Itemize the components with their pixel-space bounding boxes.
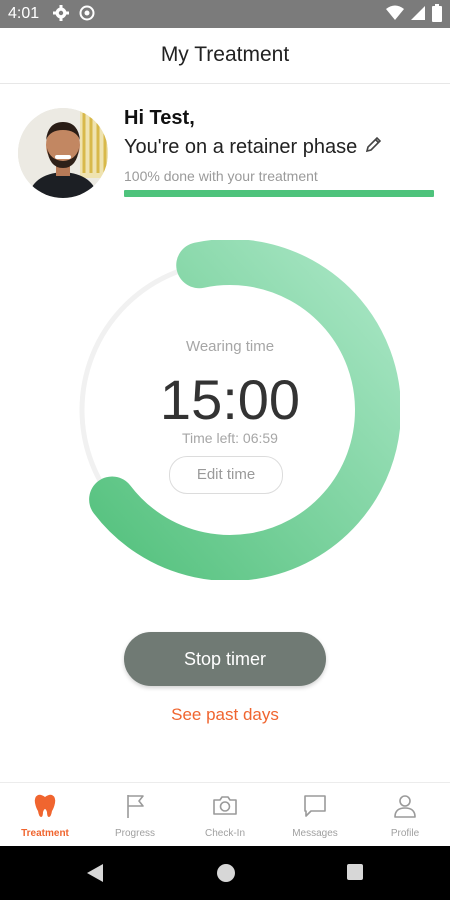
home-icon[interactable] bbox=[216, 863, 236, 888]
battery-icon bbox=[432, 4, 442, 27]
phase-row: You're on a retainer phase bbox=[124, 135, 383, 159]
status-bar: 4:01 bbox=[0, 0, 450, 28]
tab-profile[interactable]: Profile bbox=[360, 783, 450, 847]
treatment-progress-text: 100% done with your treatment bbox=[124, 168, 318, 184]
tooth-icon bbox=[33, 793, 57, 824]
greeting: Hi Test, bbox=[124, 107, 195, 129]
bottom-tab-bar: Treatment Progress Check-In Messages Pro… bbox=[0, 782, 450, 847]
tab-label: Check-In bbox=[204, 828, 245, 839]
data-saver-icon bbox=[78, 4, 96, 27]
flag-icon bbox=[124, 793, 146, 824]
profile-summary: Hi Test, You're on a retainer phase 100%… bbox=[0, 100, 450, 210]
wearing-time-value: 15:00 bbox=[159, 368, 301, 431]
edit-time-button[interactable]: Edit time bbox=[169, 456, 283, 494]
tab-treatment[interactable]: Treatment bbox=[0, 783, 90, 847]
back-icon[interactable] bbox=[86, 863, 104, 888]
system-nav-bar bbox=[0, 846, 450, 900]
tab-messages[interactable]: Messages bbox=[270, 783, 360, 847]
wear-timer: Wearing time 15:00 Time left: 06:59 Edit… bbox=[60, 240, 400, 580]
tab-label: Treatment bbox=[21, 828, 69, 839]
page-title: My Treatment bbox=[160, 43, 290, 66]
signal-icon bbox=[410, 5, 426, 26]
wearing-time-label: Wearing time bbox=[185, 338, 275, 355]
phase-text: You're on a retainer phase bbox=[124, 135, 358, 158]
tab-label: Messages bbox=[292, 828, 338, 839]
timer-center: Wearing time 15:00 Time left: 06:59 Edit… bbox=[60, 240, 400, 580]
wifi-icon bbox=[386, 5, 404, 26]
settings-icon bbox=[52, 4, 70, 27]
camera-icon bbox=[212, 793, 238, 822]
avatar[interactable] bbox=[18, 108, 108, 198]
status-time: 4:01 bbox=[8, 5, 40, 22]
see-past-days-link[interactable]: See past days bbox=[0, 705, 450, 725]
tab-check-in[interactable]: Check-In bbox=[180, 783, 270, 847]
treatment-progress-bar bbox=[124, 190, 434, 197]
tab-label: Profile bbox=[390, 828, 420, 839]
tab-label: Progress bbox=[114, 828, 155, 839]
recents-icon[interactable] bbox=[346, 863, 364, 886]
pencil-icon[interactable] bbox=[365, 135, 383, 159]
chat-icon bbox=[302, 793, 328, 824]
app-bar: My Treatment bbox=[0, 28, 450, 84]
stop-timer-button[interactable]: Stop timer bbox=[124, 632, 326, 686]
time-left: Time left: 06:59 bbox=[182, 430, 278, 446]
person-icon bbox=[393, 793, 417, 824]
tab-progress[interactable]: Progress bbox=[90, 783, 180, 847]
treatment-progress-fill bbox=[124, 190, 434, 197]
